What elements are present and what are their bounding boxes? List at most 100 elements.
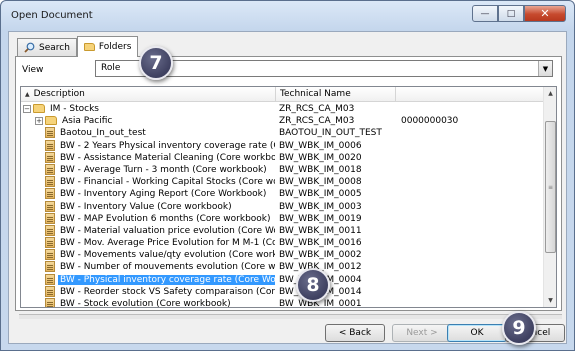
workbook-icon (45, 163, 55, 175)
table-row[interactable]: BW - Inventory Aging Report (Core Workbo… (21, 188, 545, 200)
table-row[interactable]: BW - Mov. Average Price Evolution for M … (21, 237, 545, 249)
column-header-description-label: Description (33, 89, 85, 99)
column-header-description[interactable]: ▲ Description (21, 87, 276, 102)
cell-description: BW - Material valuation price evolution … (21, 224, 275, 237)
step-badge-9: 9 (502, 311, 536, 345)
row-description: BW - Material valuation price evolution … (60, 225, 275, 236)
tab-folders[interactable]: Folders (76, 36, 139, 57)
open-document-dialog: Open Document — □ ✕ Search Folders View … (0, 0, 575, 351)
scroll-up-icon[interactable]: ▲ (544, 87, 556, 100)
cell-description: − IM - Stocks (21, 103, 275, 115)
cell-description: BW - Stock evolution (Core workbook) (21, 298, 275, 308)
folder-icon (33, 104, 45, 113)
row-description: Asia Pacific (62, 116, 113, 127)
cell-description: + Asia Pacific (21, 115, 275, 127)
horizontal-scrollbar[interactable] (19, 314, 562, 319)
row-extra-value: 0000000030 (401, 116, 459, 127)
table-row[interactable]: + Asia Pacific ZR_RCS_CA_M03 0000000030 (21, 115, 545, 127)
table-row[interactable]: − IM - Stocks ZR_RCS_CA_M03 (21, 103, 545, 115)
row-technical-name: BW_WBK_IM_0008 (279, 177, 362, 188)
document-tree-list[interactable]: ▲ Description Technical Name − IM - Stocks… (20, 86, 557, 308)
row-technical-name: BAOTOU_IN_OUT_TEST (279, 128, 382, 139)
cell-description: BW - Number of mouvements evolution (Cor… (21, 261, 275, 273)
title-bar[interactable]: Open Document — □ ✕ (1, 1, 574, 31)
cell-description: BW - Financial - Working Capital Stocks … (21, 176, 275, 188)
cell-description: BW - Inventory Value (Core workbook) (21, 200, 275, 213)
table-row[interactable]: BW - MAP Evolution 6 months (Core workbo… (21, 212, 545, 225)
cell-description: BW - Inventory Aging Report (Core Workbo… (21, 188, 275, 200)
tree-rows: − IM - Stocks ZR_RCS_CA_M03 + Asia Pacific ZR… (21, 103, 545, 308)
workbook-icon (45, 139, 55, 151)
row-technical-name: ZR_RCS_CA_M03 (279, 116, 355, 127)
maximize-icon: □ (506, 8, 516, 19)
next-button[interactable]: Next > (392, 324, 452, 342)
list-header: ▲ Description Technical Name (21, 87, 545, 102)
row-description: BW - Reorder stock VS Safety comparaison… (60, 286, 275, 297)
row-description: BW - Average Turn - 3 month (Core workbo… (60, 164, 267, 175)
cell-description: Baotou_In_out_test (21, 127, 275, 139)
tab-search[interactable]: Search (17, 38, 77, 56)
row-technical-name: BW_WBK_IM_0001 (279, 299, 362, 308)
row-technical-name: BW_WBK_IM_0016 (279, 238, 362, 249)
window-title: Open Document (11, 10, 93, 21)
table-row[interactable]: BW - Inventory Value (Core workbook) BW_W… (21, 200, 545, 213)
column-header-technical-name[interactable]: Technical Name (276, 87, 396, 102)
row-description: BW - Stock evolution (Core workbook) (60, 299, 231, 308)
step-badge-7: 7 (139, 46, 173, 80)
tab-search-label: Search (39, 42, 70, 53)
back-button[interactable]: < Back (325, 324, 385, 342)
row-description: BW - Mov. Average Price Evolution for M … (60, 238, 275, 249)
table-row[interactable]: BW - Average Turn - 3 month (Core workbo… (21, 163, 545, 176)
column-header-extra[interactable] (396, 87, 545, 102)
table-row[interactable]: Baotou_In_out_test BAOTOU_IN_OUT_TEST (21, 127, 545, 139)
dialog-body: Search Folders View Role ▼ ▲ Description … (8, 31, 567, 344)
row-description: BW - Financial - Working Capital Stocks … (60, 177, 275, 188)
collapse-icon[interactable]: − (23, 104, 31, 113)
expand-icon[interactable]: + (35, 116, 43, 125)
vertical-scrollbar[interactable]: ▲ ≡ ▼ (543, 87, 556, 307)
scrollbar-thumb[interactable]: ≡ (545, 121, 556, 253)
cell-description: BW - MAP Evolution 6 months (Core workbo… (21, 212, 275, 225)
row-description: IM - Stocks (50, 104, 99, 114)
tab-bar: Search Folders (17, 36, 139, 57)
workbook-icon (45, 261, 55, 273)
table-row[interactable]: BW - Movements value/qty evolution (Core… (21, 249, 545, 261)
chevron-down-icon[interactable]: ▼ (538, 61, 552, 76)
table-row[interactable]: BW - Financial - Working Capital Stocks … (21, 176, 545, 188)
table-row[interactable]: BW - Physical inventory coverage rate (C… (21, 273, 545, 286)
folder-icon (83, 43, 95, 51)
search-icon (24, 42, 35, 53)
row-description: BW - Assistance Material Cleaning (Core … (60, 152, 275, 163)
minimize-button[interactable]: — (472, 5, 498, 22)
row-technical-name: BW_WBK_IM_0003 (279, 201, 362, 212)
workbook-icon (45, 224, 55, 236)
row-technical-name: BW_WBK_IM_0020 (279, 152, 362, 163)
table-row[interactable]: BW - 2 Years Physical inventory coverage… (21, 139, 545, 152)
close-icon: ✕ (540, 7, 550, 20)
maximize-button[interactable]: □ (498, 5, 524, 22)
row-description: BW - Physical inventory coverage rate (C… (58, 274, 275, 285)
view-select-value: Role (101, 63, 121, 73)
column-header-technical-name-label: Technical Name (280, 89, 351, 99)
workbook-icon (45, 298, 55, 307)
row-technical-name: BW_WBK_IM_0018 (279, 164, 362, 175)
ok-button[interactable]: OK (447, 324, 507, 342)
table-row[interactable]: BW - Material valuation price evolution … (21, 224, 545, 237)
row-technical-name: BW_WBK_IM_0019 (279, 213, 362, 224)
table-row[interactable]: BW - Reorder stock VS Safety comparaison… (21, 285, 545, 298)
close-button[interactable]: ✕ (524, 5, 566, 22)
row-technical-name: BW_WBK_IM_0002 (279, 250, 362, 261)
grip-icon: ≡ (548, 184, 554, 191)
cell-description: BW - Average Turn - 3 month (Core workbo… (21, 163, 275, 176)
row-description: BW - Number of mouvements evolution (Cor… (60, 262, 275, 273)
workbook-icon (45, 212, 55, 224)
table-row[interactable]: BW - Assistance Material Cleaning (Core … (21, 151, 545, 164)
folder-icon (45, 116, 57, 126)
table-row[interactable]: BW - Stock evolution (Core workbook) BW_W… (21, 298, 545, 308)
scroll-down-icon[interactable]: ▼ (544, 294, 556, 307)
table-row[interactable]: BW - Number of mouvements evolution (Cor… (21, 261, 545, 273)
workbook-icon (45, 273, 55, 285)
tab-folders-label: Folders (98, 42, 132, 52)
row-description: BW - MAP Evolution 6 months (Core workbo… (60, 213, 271, 224)
sort-ascending-icon: ▲ (25, 91, 30, 98)
